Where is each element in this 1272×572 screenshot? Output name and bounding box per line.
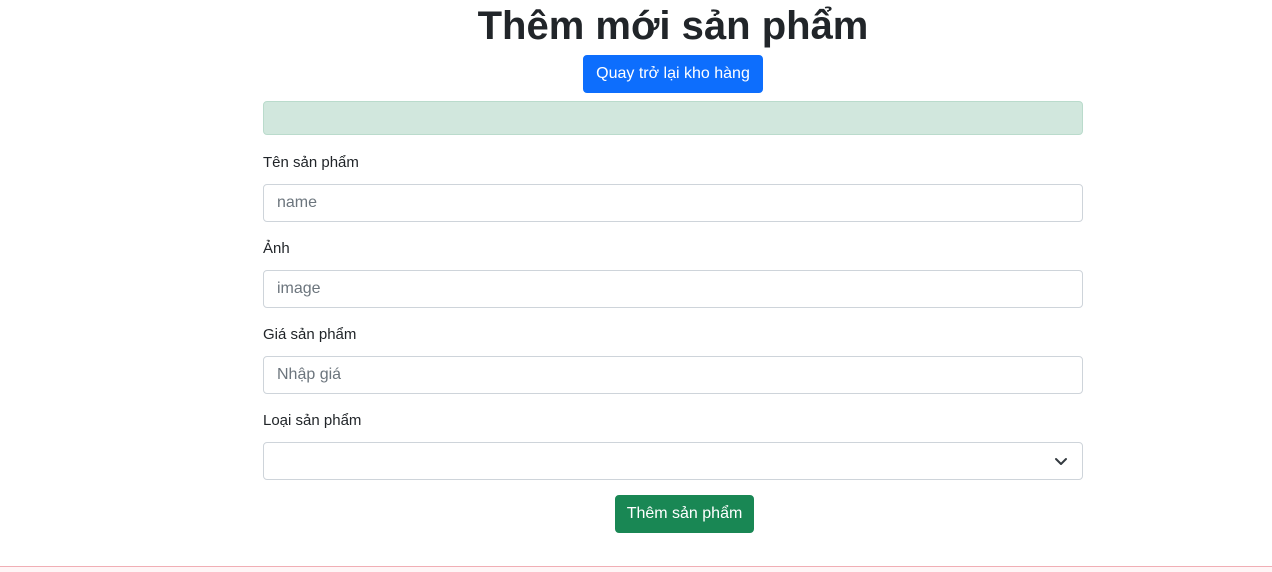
product-name-input[interactable] — [263, 184, 1083, 222]
product-price-label: Giá sản phẩm — [263, 326, 357, 343]
product-image-label: Ảnh — [263, 240, 290, 257]
page-title: Thêm mới sản phẩm — [477, 4, 869, 48]
product-image-group: Ảnh — [263, 239, 1083, 308]
add-product-button[interactable]: Thêm sản phẩm — [615, 495, 754, 533]
product-category-select[interactable] — [263, 442, 1083, 480]
product-name-group: Tên sản phẩm — [263, 153, 1083, 222]
product-category-label: Loại sản phẩm — [263, 412, 362, 429]
alert-message — [263, 101, 1083, 135]
bottom-divider — [0, 566, 1272, 572]
product-category-group: Loại sản phẩm — [263, 411, 1083, 480]
product-name-label: Tên sản phẩm — [263, 154, 359, 171]
product-price-input[interactable] — [263, 356, 1083, 394]
product-image-input[interactable] — [263, 270, 1083, 308]
back-to-inventory-button[interactable]: Quay trở lại kho hàng — [583, 55, 763, 93]
chevron-down-icon — [1055, 458, 1067, 465]
add-product-page: Thêm mới sản phẩm Quay trở lại kho hàng … — [0, 0, 1272, 572]
product-price-group: Giá sản phẩm — [263, 325, 1083, 394]
